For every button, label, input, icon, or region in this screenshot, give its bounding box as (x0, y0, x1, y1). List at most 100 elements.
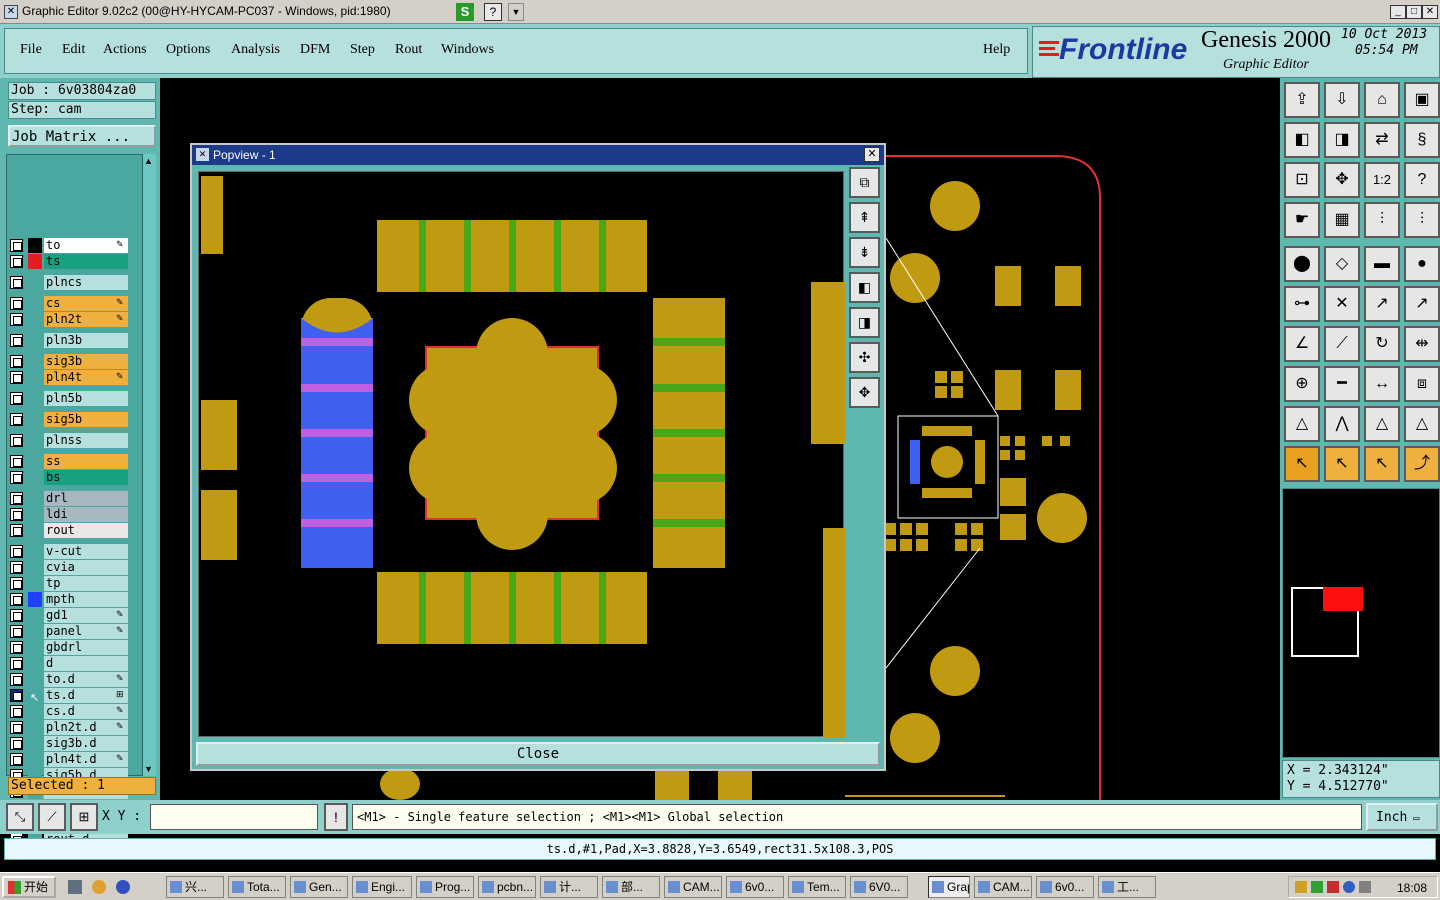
layer-color-swatch[interactable] (28, 370, 42, 385)
layer-color-swatch[interactable] (28, 412, 42, 427)
menu-windows[interactable]: Windows (441, 42, 494, 58)
tray-icon[interactable] (1343, 881, 1355, 893)
layer-row-plnss[interactable]: plnss (10, 433, 128, 448)
layer-color-swatch[interactable] (28, 454, 42, 469)
layer-color-swatch[interactable] (28, 354, 42, 369)
shapes-icon[interactable]: ⧈ (1404, 366, 1440, 402)
connect-icon[interactable]: ⊶ (1284, 286, 1320, 322)
layer-name[interactable]: mpth (44, 592, 128, 607)
zoom-home-icon[interactable]: ⇞ (849, 202, 880, 233)
layer-row-gbdrl[interactable]: gbdrl (10, 640, 128, 655)
rotate-icon[interactable]: ↻ (1364, 326, 1400, 362)
layer-name[interactable]: plnss (44, 433, 128, 448)
arrow-node2-icon[interactable]: ↗ (1404, 286, 1440, 322)
layer-name[interactable]: plncs (44, 275, 128, 290)
layer-color-swatch[interactable] (28, 507, 42, 522)
layer-color-swatch[interactable] (28, 254, 42, 269)
menu-file[interactable]: File (20, 42, 42, 58)
window-icon[interactable]: ▣ (1404, 82, 1440, 118)
popview-close-button[interactable]: Close (196, 742, 880, 766)
start-button[interactable]: 开始 (2, 876, 56, 898)
tray-icon[interactable] (1359, 881, 1371, 893)
menu-actions[interactable]: Actions (103, 42, 147, 58)
layer-row-ldi[interactable]: ldi (10, 507, 128, 522)
layer-row-mpth[interactable]: mpth (10, 592, 128, 607)
triangle-icon[interactable]: △ (1284, 406, 1320, 442)
layer-name[interactable]: pln3b (44, 333, 128, 348)
layer-checkbox[interactable] (10, 334, 23, 347)
layer-color-swatch[interactable] (28, 592, 42, 607)
layer-row-tp[interactable]: tp (10, 576, 128, 591)
layer-color-swatch[interactable] (28, 624, 42, 639)
layer-color-swatch[interactable] (28, 704, 42, 719)
layer-color-swatch[interactable] (28, 312, 42, 327)
layer-color-swatch[interactable] (28, 544, 42, 559)
mirror-icon[interactable]: ⇹ (1404, 326, 1440, 362)
grid-icon[interactable]: ▦ (1324, 202, 1360, 238)
layer-checkbox[interactable] (10, 545, 23, 558)
layer-row-pln4t.d[interactable]: pln4t.d ✎ (10, 752, 128, 767)
layer-color-swatch[interactable] (28, 752, 42, 767)
layer-checkbox[interactable] (10, 255, 23, 268)
sliders-red-icon[interactable]: ⫶ (1364, 202, 1400, 238)
layer-checkbox[interactable] (10, 392, 23, 405)
layer-row-cvia[interactable]: cvia (10, 560, 128, 575)
layer-color-swatch[interactable] (28, 433, 42, 448)
triangle-mark-icon[interactable]: △ (1404, 406, 1440, 442)
zoom-in-icon[interactable]: ⇟ (849, 237, 880, 268)
layer-name[interactable]: v-cut (44, 544, 128, 559)
taskbar-item[interactable]: Engi... (352, 876, 412, 898)
layer-name[interactable]: sig3b (44, 354, 128, 369)
layer-color-swatch[interactable] (28, 656, 42, 671)
zoom-extents-icon[interactable]: ✣ (849, 342, 880, 373)
route-icon[interactable]: ⤴ (1404, 446, 1440, 482)
taskbar-item[interactable]: pcbn... (478, 876, 536, 898)
layer-color-swatch[interactable] (28, 296, 42, 311)
grid-tool-icon[interactable]: ⊞ (70, 803, 98, 831)
menu-help[interactable]: Help (983, 42, 1010, 58)
layer-checkbox[interactable] (10, 455, 23, 468)
taskbar-item[interactable]: Tem... (788, 876, 846, 898)
select-pointer-icon[interactable]: ↖ (1284, 446, 1320, 482)
scale-1-2-icon[interactable]: 1:2 (1364, 162, 1400, 198)
layer-checkbox[interactable] (10, 577, 23, 590)
zoom-left-icon[interactable]: ◧ (1284, 122, 1320, 158)
layer-checkbox[interactable] (10, 705, 23, 718)
layer-row-v-cut[interactable]: v-cut (10, 544, 128, 559)
layer-name[interactable]: bs (44, 470, 128, 485)
xy-input[interactable] (150, 804, 318, 830)
pin-icon[interactable]: ⬤ (1284, 246, 1320, 282)
popview-canvas[interactable] (198, 171, 845, 738)
tray-icon[interactable] (1311, 881, 1323, 893)
layer-checkbox[interactable] (10, 276, 23, 289)
measure-tool-icon[interactable]: ⟋ (38, 803, 66, 831)
layer-checkbox[interactable] (10, 753, 23, 766)
menu-dfm[interactable]: DFM (300, 42, 330, 58)
layer-checkbox[interactable] (10, 508, 23, 521)
layer-row-sig5b[interactable]: sig5b (10, 412, 128, 427)
layer-color-swatch[interactable] (28, 391, 42, 406)
layer-color-swatch[interactable] (28, 333, 42, 348)
sliders-icon[interactable]: ⫶ (1404, 202, 1440, 238)
tray-icon[interactable] (1295, 881, 1307, 893)
layer-row-ts.d[interactable]: ↖ ts.d ⊞ (10, 688, 128, 704)
layer-name[interactable]: ldi (44, 507, 128, 522)
taskbar-item[interactable]: 6V0... (850, 876, 908, 898)
layer-checkbox[interactable] (10, 297, 23, 310)
layer-checkbox[interactable] (10, 492, 23, 505)
layer-row-bs[interactable]: bs (10, 470, 128, 485)
layer-color-swatch[interactable] (28, 560, 42, 575)
taskbar-item[interactable]: Gen... (290, 876, 348, 898)
menu-rout[interactable]: Rout (395, 42, 422, 58)
layer-color-swatch[interactable]: ↖ (28, 688, 42, 704)
layer-checkbox[interactable] (10, 593, 23, 606)
layer-row-pln3b[interactable]: pln3b (10, 333, 128, 348)
taskbar-item[interactable]: 工... (1098, 876, 1156, 898)
fit-screen-icon[interactable]: ⊡ (1284, 162, 1320, 198)
layer-checkbox[interactable] (10, 434, 23, 447)
job-matrix-button[interactable]: Job Matrix ... (8, 125, 156, 147)
layer-row-pln2t[interactable]: pln2t ✎ (10, 312, 128, 327)
layer-checkbox[interactable] (10, 641, 23, 654)
minimize-button[interactable]: _ (1390, 5, 1406, 19)
layer-checkbox[interactable] (10, 371, 23, 384)
